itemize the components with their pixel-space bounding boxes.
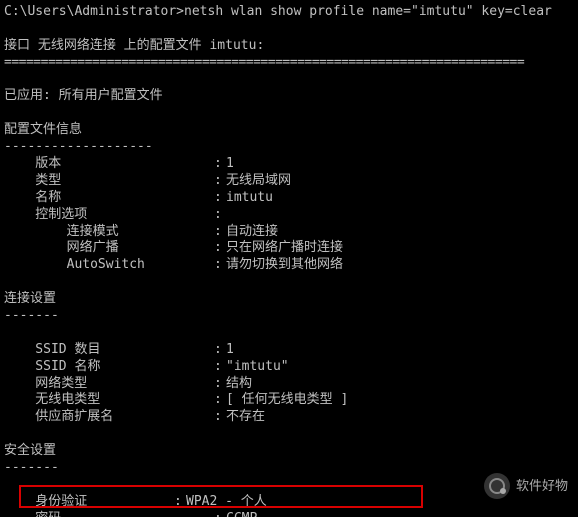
- blank-line: [4, 21, 574, 38]
- colon: :: [214, 156, 226, 173]
- colon: :: [214, 240, 226, 257]
- label-control-options: 控制选项: [4, 207, 214, 224]
- section-title-info: 配置文件信息: [4, 122, 574, 139]
- command-prompt-line: C:\Users\Administrator>netsh wlan show p…: [4, 4, 574, 21]
- separator: ========================================…: [4, 55, 574, 72]
- section-title-sec: 安全设置: [4, 443, 574, 460]
- label-name: 名称: [4, 190, 214, 207]
- row-ssid-name: SSID 名称 : "imtutu": [4, 359, 574, 376]
- dash-line: -------------------: [4, 139, 574, 156]
- dash-line: -------: [4, 308, 574, 325]
- label-auth: 身份验证: [4, 494, 174, 511]
- value-type: 无线局域网: [226, 173, 574, 190]
- value-control-options: [226, 207, 574, 224]
- colon: :: [214, 376, 226, 393]
- row-conn-mode: 连接模式 : 自动连接: [4, 224, 574, 241]
- row-control-options: 控制选项 :: [4, 207, 574, 224]
- colon: :: [214, 224, 226, 241]
- colon: :: [214, 190, 226, 207]
- blank-line: [4, 325, 574, 342]
- label-ssid-name: SSID 名称: [4, 359, 214, 376]
- row-net-type: 网络类型 : 结构: [4, 376, 574, 393]
- row-version: 版本 : 1: [4, 156, 574, 173]
- label-conn-mode: 连接模式: [4, 224, 214, 241]
- interface-header: 接口 无线网络连接 上的配置文件 imtutu:: [4, 38, 574, 55]
- value-net-type: 结构: [226, 376, 574, 393]
- blank-line: [4, 426, 574, 443]
- row-radio-type: 无线电类型 : [ 任何无线电类型 ]: [4, 392, 574, 409]
- value-cipher: CCMP: [226, 511, 574, 517]
- wechat-icon: [484, 473, 510, 499]
- value-conn-mode: 自动连接: [226, 224, 574, 241]
- label-radio-type: 无线电类型: [4, 392, 214, 409]
- row-autoswitch: AutoSwitch : 请勿切换到其他网络: [4, 257, 574, 274]
- terminal-window: C:\Users\Administrator>netsh wlan show p…: [0, 0, 578, 517]
- colon: :: [214, 342, 226, 359]
- section-title-conn: 连接设置: [4, 291, 574, 308]
- watermark-text: 软件好物: [516, 478, 568, 495]
- label-broadcast: 网络广播: [4, 240, 214, 257]
- label-ssid-count: SSID 数目: [4, 342, 214, 359]
- colon: :: [214, 257, 226, 274]
- colon: :: [214, 409, 226, 426]
- label-type: 类型: [4, 173, 214, 190]
- blank-line: [4, 274, 574, 291]
- label-net-type: 网络类型: [4, 376, 214, 393]
- value-broadcast: 只在网络广播时连接: [226, 240, 574, 257]
- value-name: imtutu: [226, 190, 574, 207]
- label-vendor-ext: 供应商扩展名: [4, 409, 214, 426]
- value-vendor-ext: 不存在: [226, 409, 574, 426]
- colon: :: [214, 173, 226, 190]
- blank-line: [4, 72, 574, 89]
- row-type: 类型 : 无线局域网: [4, 173, 574, 190]
- colon: :: [214, 392, 226, 409]
- watermark: 软件好物: [484, 473, 568, 499]
- label-version: 版本: [4, 156, 214, 173]
- applied-line: 已应用: 所有用户配置文件: [4, 88, 574, 105]
- colon: :: [174, 494, 186, 511]
- row-vendor-ext: 供应商扩展名 : 不存在: [4, 409, 574, 426]
- row-cipher: 密码 : CCMP: [4, 511, 574, 517]
- value-ssid-count: 1: [226, 342, 574, 359]
- colon: :: [214, 359, 226, 376]
- row-ssid-count: SSID 数目 : 1: [4, 342, 574, 359]
- value-autoswitch: 请勿切换到其他网络: [226, 257, 574, 274]
- row-name: 名称 : imtutu: [4, 190, 574, 207]
- label-autoswitch: AutoSwitch: [4, 257, 214, 274]
- label-cipher: 密码: [4, 511, 214, 517]
- blank-line: [4, 105, 574, 122]
- row-broadcast: 网络广播 : 只在网络广播时连接: [4, 240, 574, 257]
- value-radio-type: [ 任何无线电类型 ]: [226, 392, 574, 409]
- colon: :: [214, 511, 226, 517]
- colon: :: [214, 207, 226, 224]
- value-ssid-name: "imtutu": [226, 359, 574, 376]
- value-version: 1: [226, 156, 574, 173]
